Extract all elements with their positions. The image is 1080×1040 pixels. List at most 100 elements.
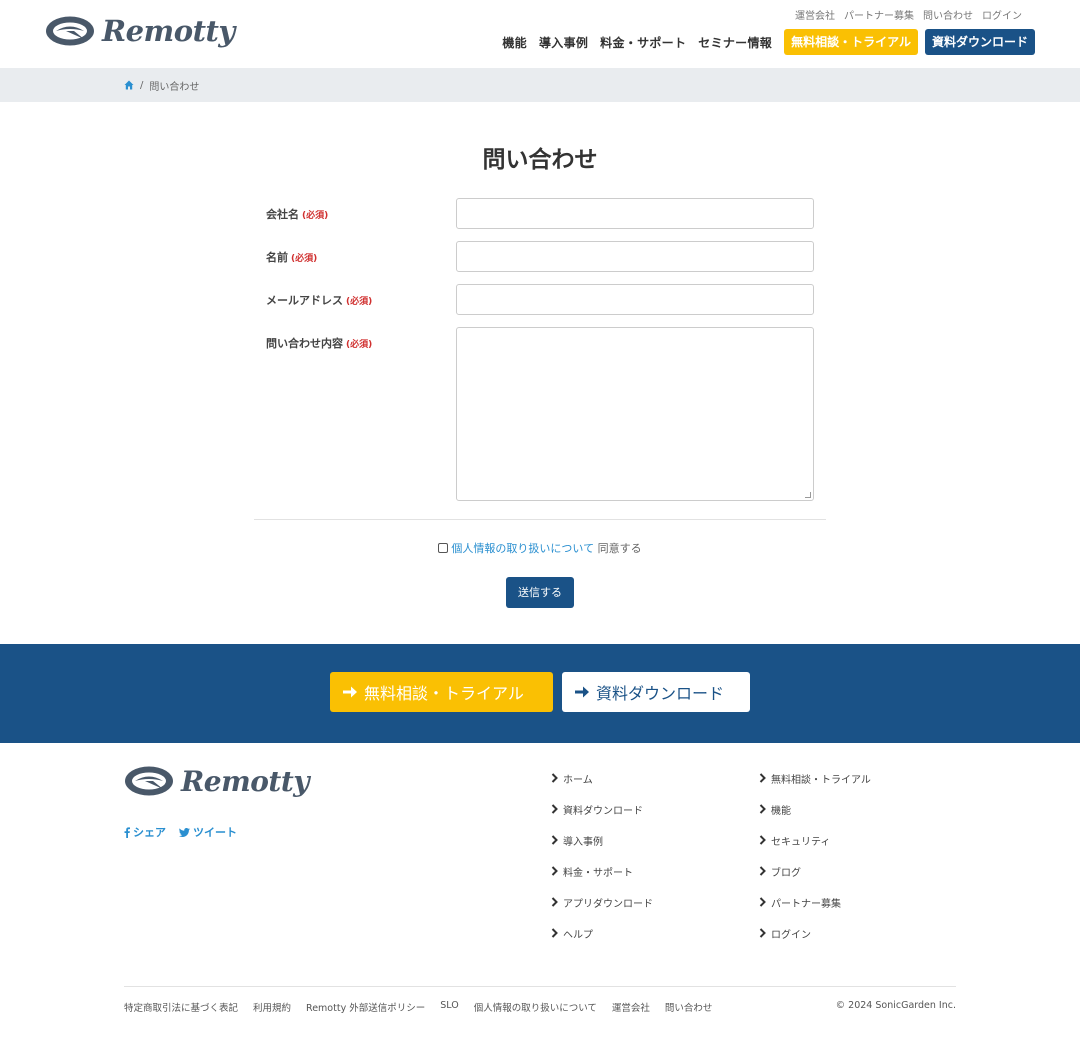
name-label: 名前 (必須) bbox=[266, 249, 317, 265]
chevron-right-icon bbox=[551, 928, 558, 938]
footer-logo-wordmark: Remotty bbox=[181, 764, 310, 798]
nav-link-cases[interactable]: 導入事例 bbox=[539, 34, 588, 51]
email-label: メールアドレス (必須) bbox=[266, 292, 372, 308]
footer-link-label: ログイン bbox=[771, 929, 811, 941]
footer-link-help[interactable]: ヘルプ bbox=[551, 926, 653, 941]
breadcrumb: / 問い合わせ bbox=[0, 68, 1080, 102]
footer-link-partner[interactable]: パートナー募集 bbox=[759, 895, 871, 910]
email-input[interactable] bbox=[456, 284, 814, 315]
header-download-button[interactable]: 資料ダウンロード bbox=[924, 29, 1035, 55]
main-nav: 機能 導入事例 料金・サポート セミナー情報 無料相談・トライアル 資料ダウンロ… bbox=[502, 29, 1035, 55]
cta-download-label: 資料ダウンロード bbox=[596, 684, 725, 703]
footer-link-label: 無料相談・トライアル bbox=[771, 774, 871, 786]
footer-logo[interactable]: Remotty bbox=[123, 764, 310, 798]
footer-nav-col-2: 無料相談・トライアル 機能 セキュリティ ブログ パートナー募集 ログイン bbox=[759, 771, 871, 941]
footer-link-download[interactable]: 資料ダウンロード bbox=[551, 802, 653, 817]
site-header: Remotty 運営会社 パートナー募集 問い合わせ ログイン 機能 導入事例 … bbox=[0, 0, 1080, 68]
breadcrumb-current: 問い合わせ bbox=[149, 81, 200, 93]
page-title: 問い合わせ bbox=[482, 147, 598, 173]
header-trial-button[interactable]: 無料相談・トライアル bbox=[784, 29, 918, 55]
company-label: 会社名 (必須) bbox=[266, 206, 328, 222]
legal-link-contact[interactable]: 問い合わせ bbox=[665, 1000, 713, 1014]
legal-link-slo[interactable]: SLO bbox=[440, 1000, 458, 1014]
message-textarea[interactable] bbox=[456, 327, 814, 501]
legal-link-terms[interactable]: 利用規約 bbox=[253, 1000, 291, 1014]
facebook-icon bbox=[124, 826, 130, 838]
nav-link-pricing[interactable]: 料金・サポート bbox=[600, 34, 686, 51]
chevron-right-icon bbox=[551, 773, 558, 783]
footer-link-features[interactable]: 機能 bbox=[759, 802, 871, 817]
footer-link-label: アプリダウンロード bbox=[563, 898, 653, 910]
agree-text: 同意する bbox=[597, 542, 642, 555]
footer-link-label: パートナー募集 bbox=[771, 898, 841, 910]
share-label: シェア bbox=[133, 826, 166, 839]
arrow-right-icon bbox=[575, 686, 589, 698]
chevron-right-icon bbox=[551, 897, 558, 907]
util-link-partner[interactable]: パートナー募集 bbox=[844, 7, 914, 22]
footer-link-login[interactable]: ログイン bbox=[759, 926, 871, 941]
logo-wordmark: Remotty bbox=[102, 14, 235, 48]
footer-link-app-download[interactable]: アプリダウンロード bbox=[551, 895, 653, 910]
email-label-text: メールアドレス bbox=[266, 294, 343, 307]
share-links: シェア ツイート bbox=[124, 824, 237, 840]
required-mark: (必須) bbox=[291, 254, 318, 264]
name-label-text: 名前 bbox=[266, 251, 288, 264]
footer-link-blog[interactable]: ブログ bbox=[759, 864, 871, 879]
resize-handle[interactable] bbox=[805, 492, 811, 498]
util-link-login[interactable]: ログイン bbox=[982, 7, 1022, 22]
twitter-icon bbox=[179, 827, 190, 837]
legal-link-company[interactable]: 運営会社 bbox=[612, 1000, 650, 1014]
message-label-text: 問い合わせ内容 bbox=[266, 337, 343, 350]
site-logo[interactable]: Remotty bbox=[44, 14, 235, 48]
footer-link-label: 機能 bbox=[771, 805, 791, 817]
chevron-right-icon bbox=[759, 897, 766, 907]
footer-link-label: ブログ bbox=[771, 867, 801, 879]
company-input[interactable] bbox=[456, 198, 814, 229]
chevron-right-icon bbox=[759, 773, 766, 783]
cta-trial-button[interactable]: 無料相談・トライアル bbox=[330, 672, 553, 712]
footer-link-label: 料金・サポート bbox=[563, 867, 633, 879]
privacy-policy-link[interactable]: 個人情報の取り扱いについて bbox=[451, 542, 594, 555]
footer-link-trial[interactable]: 無料相談・トライアル bbox=[759, 771, 871, 786]
footer-link-label: ヘルプ bbox=[563, 929, 593, 941]
nav-link-seminar[interactable]: セミナー情報 bbox=[698, 34, 772, 51]
footer-link-security[interactable]: セキュリティ bbox=[759, 833, 871, 848]
message-label: 問い合わせ内容 (必須) bbox=[266, 335, 372, 351]
nav-link-features[interactable]: 機能 bbox=[502, 34, 527, 51]
legal-link-external-policy[interactable]: Remotty 外部送信ポリシー bbox=[306, 1000, 425, 1014]
footer-link-home[interactable]: ホーム bbox=[551, 771, 653, 786]
footer-nav-col-1: ホーム 資料ダウンロード 導入事例 料金・サポート アプリダウンロード ヘルプ bbox=[551, 771, 653, 941]
chevron-right-icon bbox=[759, 866, 766, 876]
company-label-text: 会社名 bbox=[266, 208, 299, 221]
footer-link-label: 導入事例 bbox=[563, 836, 603, 848]
footer-link-pricing[interactable]: 料金・サポート bbox=[551, 864, 653, 879]
footer-divider bbox=[124, 986, 956, 987]
required-mark: (必須) bbox=[346, 297, 373, 307]
utility-nav: 運営会社 パートナー募集 問い合わせ ログイン bbox=[795, 7, 1022, 22]
name-input[interactable] bbox=[456, 241, 814, 272]
agree-checkbox[interactable] bbox=[438, 543, 449, 553]
chevron-right-icon bbox=[551, 804, 558, 814]
remotty-logo-icon bbox=[125, 766, 173, 796]
chevron-right-icon bbox=[551, 835, 558, 845]
home-icon[interactable] bbox=[124, 80, 134, 90]
cta-band: 無料相談・トライアル 資料ダウンロード bbox=[0, 644, 1080, 743]
cta-trial-label: 無料相談・トライアル bbox=[364, 684, 524, 703]
footer-link-cases[interactable]: 導入事例 bbox=[551, 833, 653, 848]
twitter-tweet-link[interactable]: ツイート bbox=[179, 824, 237, 840]
breadcrumb-separator: / bbox=[140, 79, 144, 91]
util-link-company[interactable]: 運営会社 bbox=[795, 7, 835, 22]
footer-legal-links: 特定商取引法に基づく表記 利用規約 Remotty 外部送信ポリシー SLO 個… bbox=[124, 1000, 712, 1014]
facebook-share-link[interactable]: シェア bbox=[124, 824, 166, 840]
cta-download-button[interactable]: 資料ダウンロード bbox=[562, 672, 750, 712]
privacy-agree-row: 個人情報の取り扱いについて 同意する bbox=[0, 540, 1080, 556]
remotty-logo-icon bbox=[46, 16, 94, 46]
util-link-contact[interactable]: 問い合わせ bbox=[923, 7, 973, 22]
tweet-label: ツイート bbox=[193, 826, 237, 839]
legal-link-commerce[interactable]: 特定商取引法に基づく表記 bbox=[124, 1000, 238, 1014]
required-mark: (必須) bbox=[302, 211, 329, 221]
arrow-right-icon bbox=[343, 686, 357, 698]
chevron-right-icon bbox=[551, 866, 558, 876]
legal-link-privacy[interactable]: 個人情報の取り扱いについて bbox=[474, 1000, 597, 1014]
submit-button[interactable]: 送信する bbox=[506, 577, 574, 608]
